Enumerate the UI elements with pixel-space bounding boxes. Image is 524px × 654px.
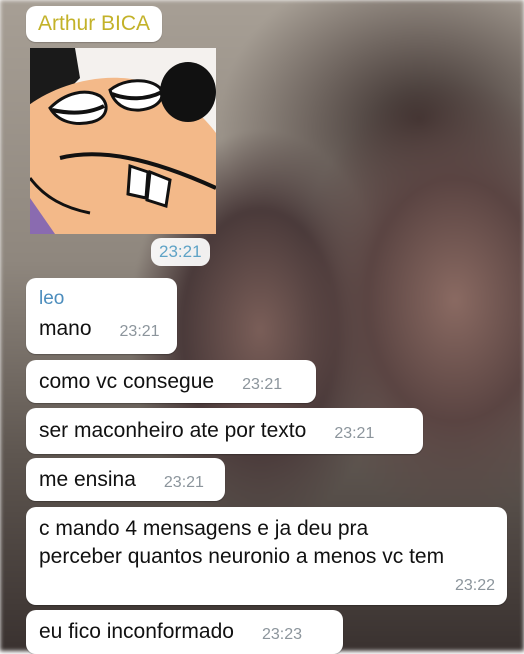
sticker-time: 23:21 bbox=[159, 242, 202, 261]
message-bubble-4[interactable]: me ensina 23:21 bbox=[26, 458, 225, 501]
message-time: 23:21 bbox=[242, 375, 283, 393]
message-bubble-1[interactable]: leo mano 23:21 bbox=[26, 278, 177, 354]
sticker-timestamp: 23:21 bbox=[151, 238, 210, 266]
message-time: 23:22 bbox=[454, 577, 495, 594]
message-bubble-6[interactable]: eu fico inconformado 23:23 bbox=[26, 610, 343, 654]
message-bubble-2[interactable]: como vc consegue 23:21 bbox=[26, 360, 316, 403]
message-time: 23:21 bbox=[163, 473, 204, 491]
sticker-message[interactable] bbox=[25, 48, 217, 234]
message-time: 23:21 bbox=[334, 425, 375, 442]
message-bubble-3[interactable]: ser maconheiro ate por texto 23:21 bbox=[26, 408, 423, 454]
message-text: mano bbox=[39, 317, 92, 340]
message-text: ser maconheiro ate por texto bbox=[39, 419, 307, 442]
message-time: 23:21 bbox=[119, 323, 160, 340]
message-bubble-5[interactable]: c mando 4 mensagens e ja deu pra percebe… bbox=[26, 507, 507, 605]
sender-name-bubble[interactable]: Arthur BICA bbox=[26, 6, 163, 42]
sender-name[interactable]: Arthur BICA bbox=[38, 12, 150, 36]
message-text: c mando 4 mensagens e ja deu pra percebe… bbox=[39, 517, 445, 568]
message-time: 23:23 bbox=[261, 626, 302, 643]
message-text: eu fico inconformado bbox=[39, 620, 234, 643]
message-text: como vc consegue bbox=[39, 369, 215, 393]
reply-author: leo bbox=[39, 288, 65, 309]
goofy-cartoon-sticker-icon bbox=[25, 48, 217, 234]
message-text: me ensina bbox=[39, 467, 136, 491]
